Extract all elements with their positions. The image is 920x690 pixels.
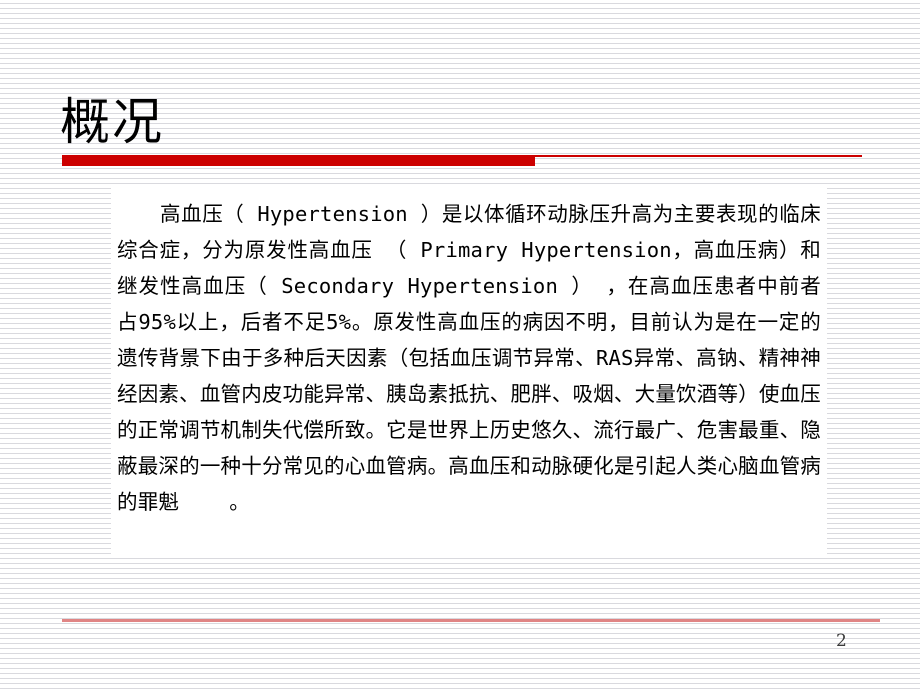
title-divider-accent-bar xyxy=(62,155,535,166)
slide-canvas: 概况 高血压（ Hypertension ）是以体循环动脉压升高为主要表现的临床… xyxy=(0,0,920,690)
page-number: 2 xyxy=(836,631,847,651)
body-content-box: 高血压（ Hypertension ）是以体循环动脉压升高为主要表现的临床综合症… xyxy=(111,188,827,555)
footer-divider-line xyxy=(62,619,880,622)
body-paragraph: 高血压（ Hypertension ）是以体循环动脉压升高为主要表现的临床综合症… xyxy=(117,202,821,514)
page-title: 概况 xyxy=(60,92,164,151)
